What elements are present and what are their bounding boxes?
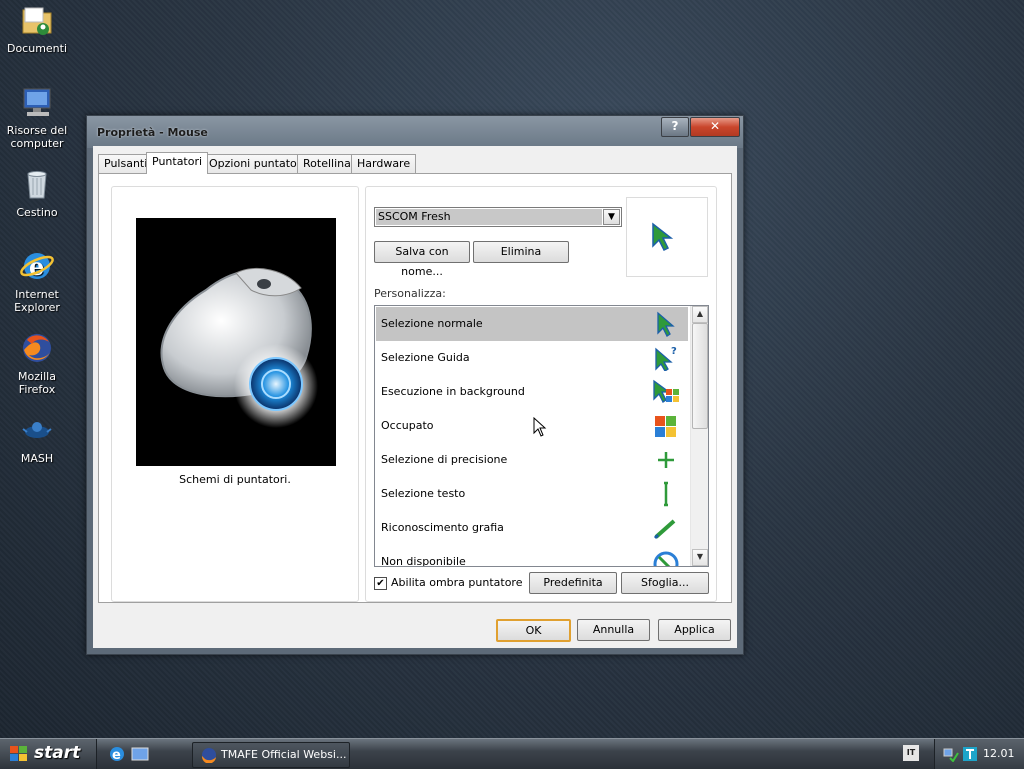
delete-button[interactable]: Elimina <box>473 241 569 263</box>
desktop-icon-documenti[interactable]: Documenti <box>0 2 74 55</box>
cursor-label: Selezione di precisione <box>381 453 508 466</box>
start-button[interactable]: start <box>0 739 97 769</box>
browse-button[interactable]: Sfoglia... <box>621 572 709 594</box>
cursor-label: Selezione Guida <box>381 351 470 364</box>
computer-icon <box>19 84 55 120</box>
crosshair-cursor-icon <box>658 452 674 468</box>
taskbar: start e TMAFE Official Websi... IT 12.01 <box>0 738 1024 769</box>
shadow-checkbox[interactable]: ✔ <box>374 577 387 590</box>
recycle-bin-icon <box>19 166 55 202</box>
pointer-scheme-group: SSCOM Fresh ▼ Salva con nome... Elimina … <box>365 186 717 602</box>
language-indicator[interactable]: IT <box>903 745 919 761</box>
list-item[interactable]: Non disponibile <box>376 545 688 567</box>
arrow-cursor-preview-icon <box>652 222 674 252</box>
desktop-icon-label: Mozilla Firefox <box>18 370 56 396</box>
list-item[interactable]: Esecuzione in background <box>376 375 688 409</box>
tab-rotellina[interactable]: Rotellina <box>297 154 357 173</box>
tab-panel-puntatori: Schemi di puntatori. SSCOM Fresh ▼ Salva… <box>98 173 732 603</box>
tab-puntatori[interactable]: Puntatori <box>146 152 209 174</box>
folder-icon <box>19 2 55 38</box>
scroll-down-icon[interactable]: ▼ <box>692 549 708 566</box>
cursor-label: Esecuzione in background <box>381 385 525 398</box>
svg-text:e: e <box>112 748 121 763</box>
list-item[interactable]: Selezione normale <box>376 307 688 341</box>
clock: 12.01 <box>983 747 1015 760</box>
ok-button[interactable]: OK <box>496 619 571 642</box>
desktop-icon-label: Internet Explorer <box>14 288 60 314</box>
preview-caption: Schemi di puntatori. <box>179 473 291 486</box>
cursor-label: Selezione normale <box>381 317 483 330</box>
cursor-label: Non disponibile <box>381 555 466 567</box>
help-button[interactable]: ? <box>661 117 689 137</box>
desktop-icon-label: Documenti <box>6 42 68 55</box>
show-desktop-icon[interactable] <box>131 745 149 763</box>
working-background-cursor-icon <box>653 379 679 403</box>
shadow-checkbox-label[interactable]: Abilita ombra puntatore <box>391 576 522 589</box>
cursor-label: Occupato <box>381 419 434 432</box>
pen-cursor-icon <box>653 519 676 540</box>
firefox-icon <box>19 330 55 366</box>
default-button[interactable]: Predefinita <box>529 572 617 594</box>
desktop-icon-label: Risorse del computer <box>6 124 68 150</box>
scroll-up-icon[interactable]: ▲ <box>692 306 708 323</box>
scheme-dropdown[interactable]: SSCOM Fresh ▼ <box>374 207 622 227</box>
apply-button[interactable]: Applica <box>658 619 731 641</box>
start-label: start <box>34 743 81 763</box>
desktop-icon-label: MASH <box>20 452 54 465</box>
cursor-preview-box <box>626 197 708 277</box>
tab-hardware[interactable]: Hardware <box>351 154 417 173</box>
windows-logo-icon <box>10 746 27 761</box>
app-tray-icon[interactable] <box>962 746 978 762</box>
scheme-preview-group: Schemi di puntatori. <box>111 186 359 602</box>
desktop-icon-label: Cestino <box>16 206 58 219</box>
arrow-cursor-icon <box>657 311 675 337</box>
desktop-icon-mash[interactable]: MASH <box>0 412 74 465</box>
scheme-dropdown-value: SSCOM Fresh <box>376 209 602 225</box>
svg-text:e: e <box>29 252 44 281</box>
list-item[interactable]: Selezione di precisione <box>376 443 688 477</box>
cancel-button[interactable]: Annulla <box>577 619 650 641</box>
internet-explorer-icon: e <box>19 248 55 284</box>
taskbar-item-label: TMAFE Official Websi... <box>221 748 347 761</box>
mouse-illustration <box>160 267 318 428</box>
firefox-icon <box>201 748 216 763</box>
chevron-down-icon[interactable]: ▼ <box>603 209 620 225</box>
desktop-icon-risorse-computer[interactable]: Risorse del computer <box>0 84 74 150</box>
list-item[interactable]: Riconoscimento grafia <box>376 511 688 545</box>
taskbar-item-firefox[interactable]: TMAFE Official Websi... <box>192 742 350 768</box>
mouse-properties-dialog: Proprietà - Mouse ? ✕ Pulsanti Puntatori… <box>86 115 744 655</box>
list-item[interactable]: Selezione Guida ? <box>376 341 688 375</box>
list-item[interactable]: Occupato <box>376 409 688 443</box>
busy-cursor-icon <box>655 416 676 437</box>
internet-explorer-quicklaunch-icon[interactable]: e <box>108 745 126 763</box>
tab-pulsanti[interactable]: Pulsanti <box>98 154 154 173</box>
cursor-label: Riconoscimento grafia <box>381 521 504 534</box>
svg-text:?: ? <box>671 346 677 357</box>
dialog-title: Proprietà - Mouse <box>97 126 208 139</box>
desktop-icon-mozilla-firefox[interactable]: Mozilla Firefox <box>0 330 74 396</box>
unavailable-cursor-icon <box>653 551 679 566</box>
title-bar[interactable]: Proprietà - Mouse ? ✕ <box>87 116 743 148</box>
scroll-thumb[interactable] <box>692 323 708 429</box>
cursor-label: Selezione testo <box>381 487 466 500</box>
mouse-pointer-icon <box>533 417 547 437</box>
cursor-list-scrollbar[interactable]: ▲ ▼ <box>690 306 708 566</box>
close-button[interactable]: ✕ <box>690 117 740 137</box>
list-item[interactable]: Selezione testo <box>376 477 688 511</box>
text-cursor-icon <box>664 481 668 507</box>
mouse-scheme-image <box>136 218 336 466</box>
help-cursor-icon: ? <box>655 346 677 371</box>
dialog-client-area: Pulsanti Puntatori Opzioni puntatore Rot… <box>93 146 737 648</box>
customize-label: Personalizza: <box>374 287 446 300</box>
save-as-button[interactable]: Salva con nome... <box>374 241 470 278</box>
mash-icon <box>19 412 55 448</box>
system-tray: 12.01 <box>934 739 1024 769</box>
network-icon[interactable] <box>943 746 959 762</box>
desktop-icon-cestino[interactable]: Cestino <box>0 166 74 219</box>
desktop-icon-internet-explorer[interactable]: e Internet Explorer <box>0 248 74 314</box>
